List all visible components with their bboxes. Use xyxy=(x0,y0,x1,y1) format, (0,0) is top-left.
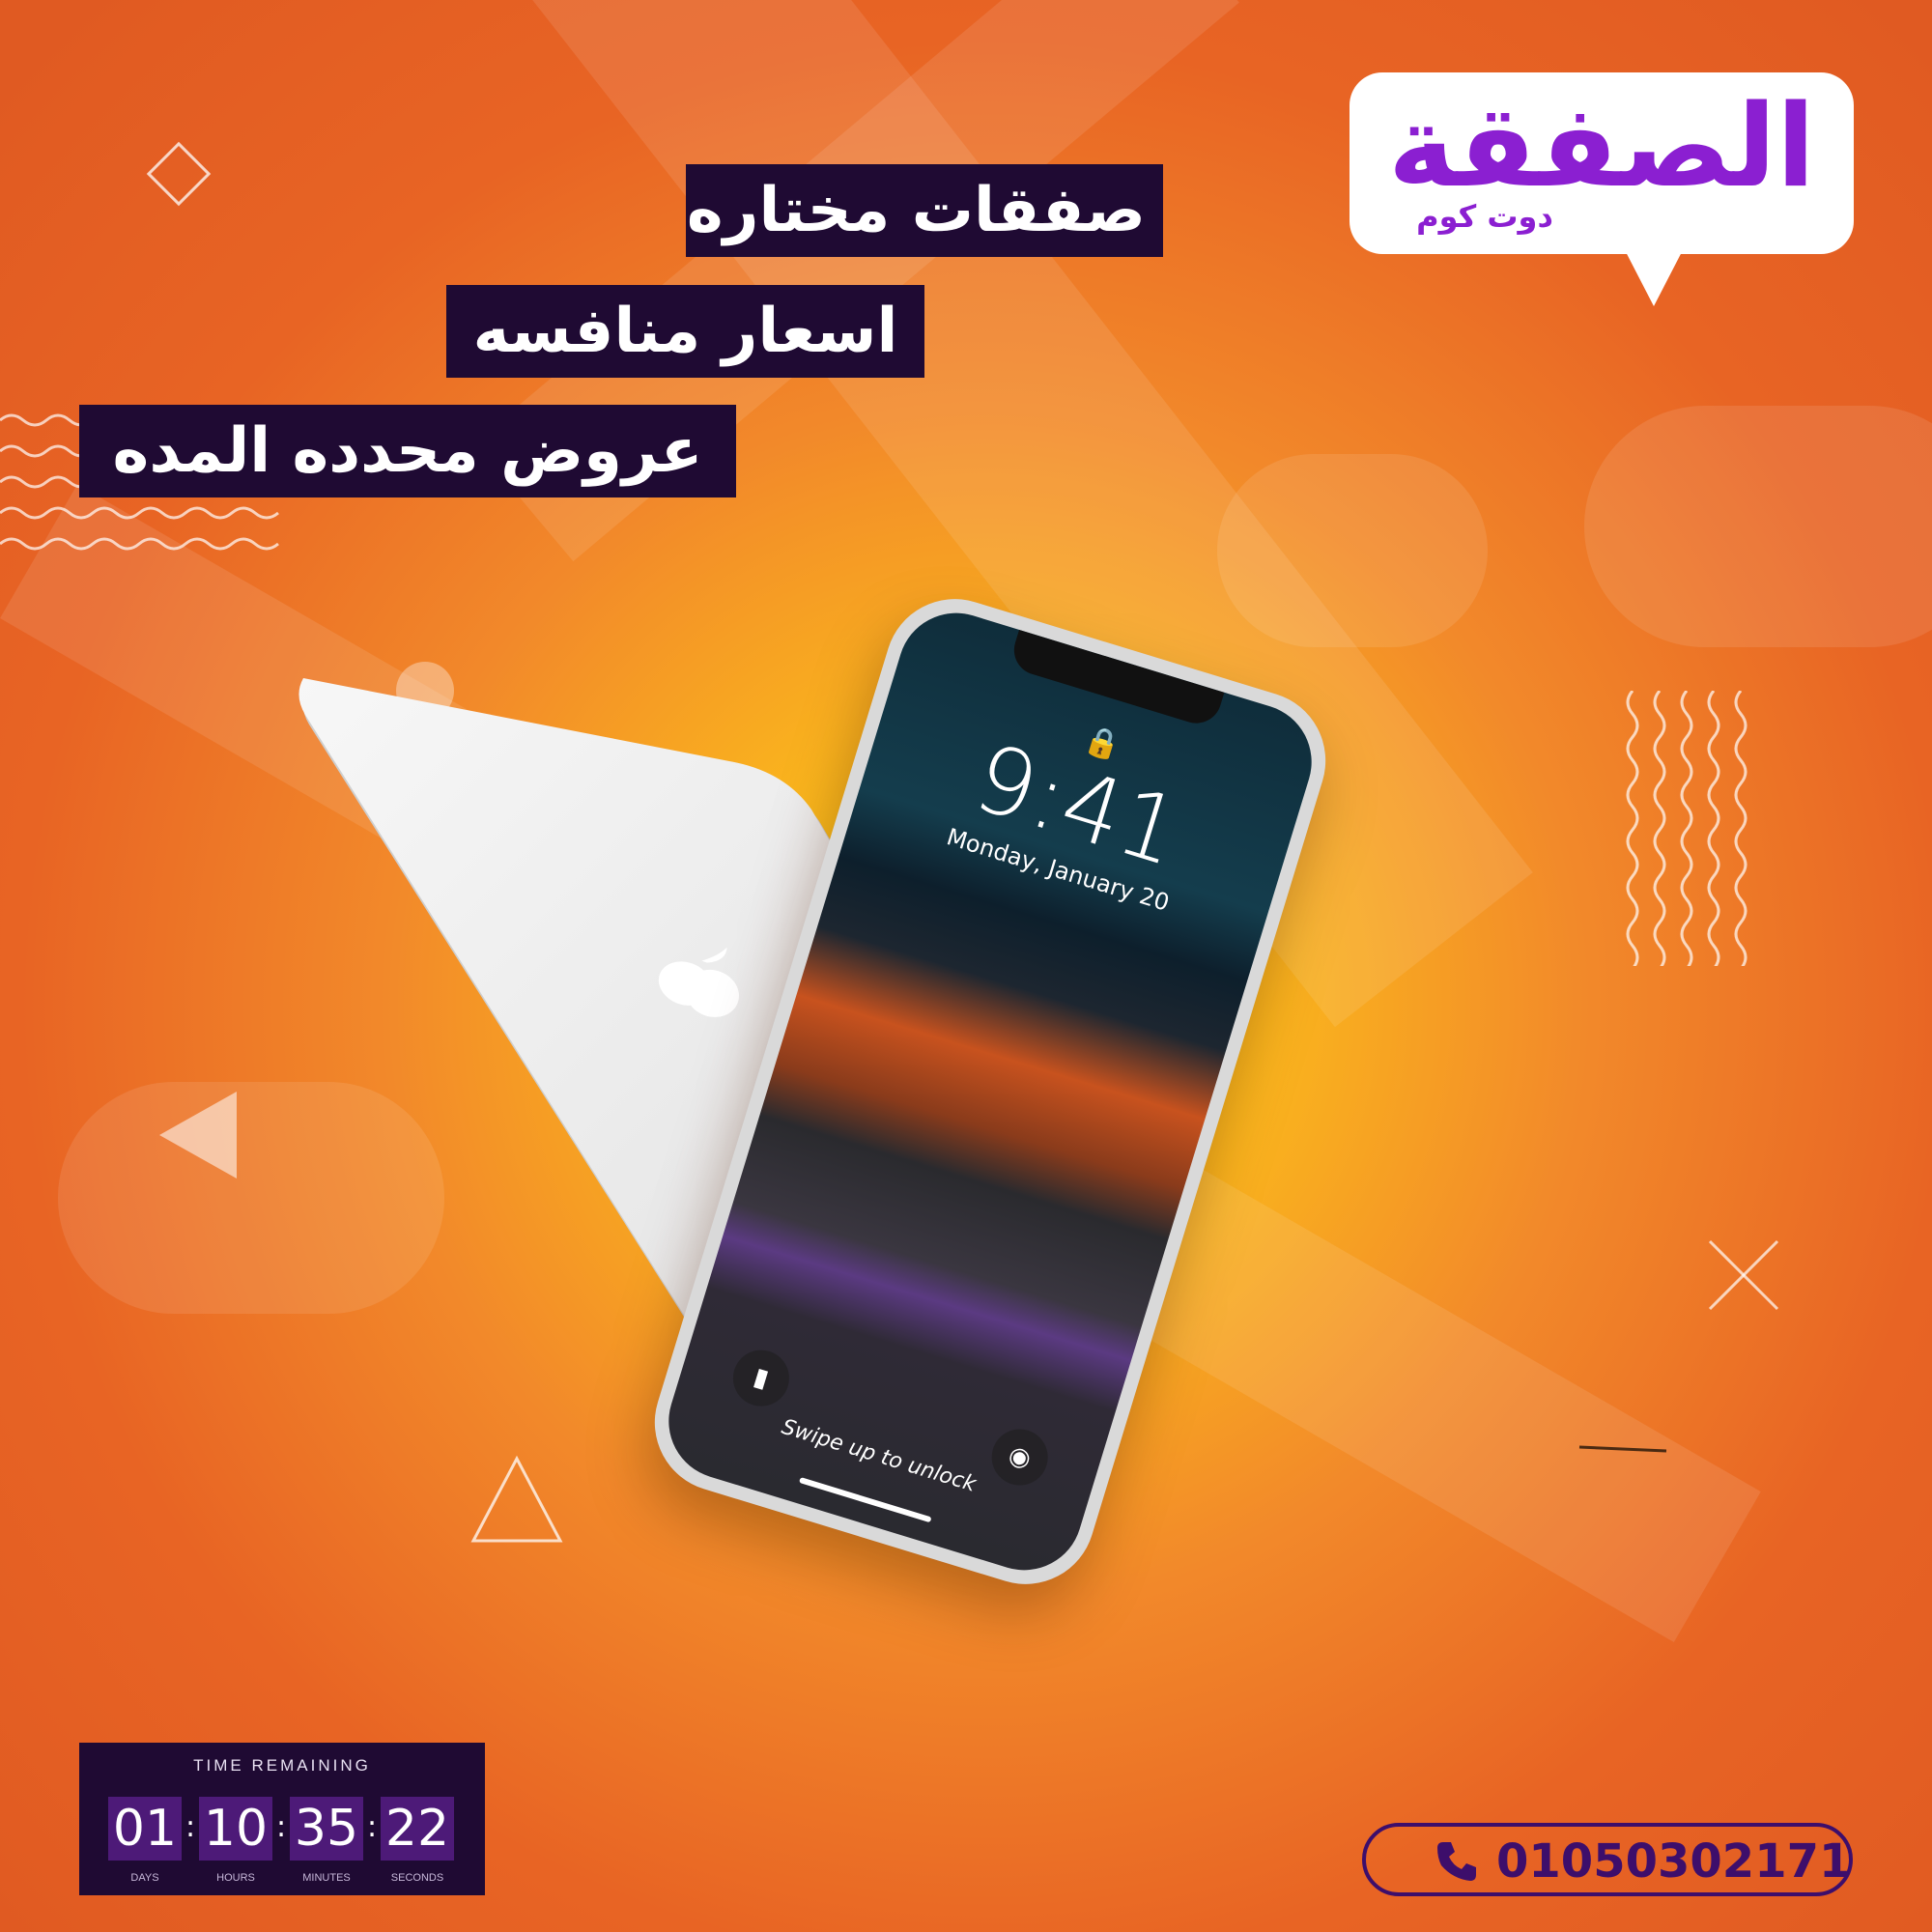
flashlight-icon: ▮ xyxy=(750,1362,773,1395)
timer-seconds-value: 22 xyxy=(381,1797,454,1861)
logo-title: الصفقة xyxy=(1387,79,1816,213)
timer-separator: : xyxy=(185,1810,196,1844)
countdown-timer: TIME REMAINING 01 : 10 : 35 : 22 DAYS HO… xyxy=(79,1743,485,1895)
tagline-competitive-prices: اسعار منافسه xyxy=(446,285,924,378)
ad-banner: الصفقة دوت كوم صفقات مختاره اسعار منافسه… xyxy=(0,0,1932,1932)
logo[interactable]: الصفقة دوت كوم xyxy=(1350,72,1854,254)
tagline-selected-deals: صفقات مختاره xyxy=(686,164,1163,257)
background-pill xyxy=(1584,406,1932,647)
timer-minutes-value: 35 xyxy=(290,1797,363,1861)
logo-subtitle: دوت كوم xyxy=(1416,198,1553,235)
timer-days-label: DAYS xyxy=(130,1872,159,1884)
timer-separator: : xyxy=(367,1810,378,1844)
diamond-outline-icon xyxy=(146,141,212,207)
camera-icon: ◉ xyxy=(1005,1439,1035,1475)
dash-line-icon xyxy=(1578,1445,1667,1453)
wave-pattern-vertical-icon xyxy=(1626,691,1747,966)
triangle-filled-icon xyxy=(159,1092,237,1179)
triangle-outline-icon xyxy=(470,1455,563,1543)
background-pill xyxy=(1217,454,1488,647)
logo-pointer xyxy=(1623,246,1685,306)
tagline-limited-offers: عروض محدده المده xyxy=(79,405,736,497)
timer-hours-label: HOURS xyxy=(216,1872,255,1884)
phone-number: 01050302171 xyxy=(1496,1834,1852,1889)
timer-hours-value: 10 xyxy=(199,1797,272,1861)
timer-title: TIME REMAINING xyxy=(193,1756,371,1775)
timer-seconds-label: SECONDS xyxy=(390,1872,444,1884)
timer-minutes-label: MINUTES xyxy=(302,1872,351,1884)
cross-icon xyxy=(1708,1239,1779,1311)
phone-contact-button[interactable]: 01050302171 xyxy=(1362,1823,1853,1896)
phone-icon xyxy=(1437,1842,1476,1881)
timer-days-value: 01 xyxy=(108,1797,182,1861)
timer-separator: : xyxy=(276,1810,287,1844)
